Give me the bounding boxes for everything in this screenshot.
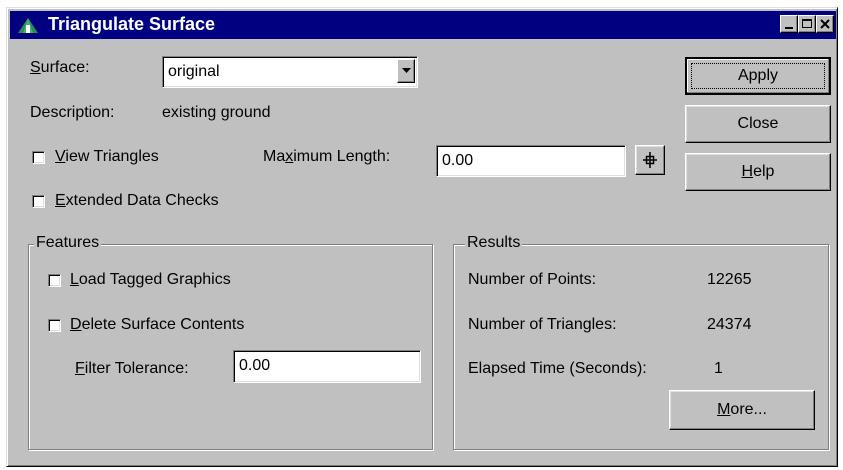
dropdown-arrow-button[interactable] (397, 59, 415, 83)
crosshair-icon (643, 152, 657, 168)
more-button-label: More... (717, 401, 767, 418)
maximum-length-input[interactable]: 0.00 (436, 145, 626, 177)
title-bar[interactable]: Triangulate Surface (10, 11, 836, 39)
view-triangles-label[interactable]: View Triangles (55, 148, 159, 166)
focus-ring (691, 63, 825, 89)
apply-button[interactable]: Apply (685, 57, 831, 95)
minimize-button[interactable] (780, 15, 798, 33)
close-window-button[interactable] (816, 15, 834, 33)
locate-button[interactable] (635, 145, 665, 175)
extended-data-checks-checkbox[interactable] (32, 195, 45, 208)
surface-label: Surface: (30, 59, 90, 76)
filter-tolerance-value: 0.00 (239, 357, 271, 374)
extended-data-checks-label[interactable]: Extended Data Checks (55, 192, 219, 210)
triangulate-app-icon (16, 15, 40, 35)
filter-tolerance-label: Filter Tolerance: (75, 360, 189, 377)
number-of-points-label: Number of Points: (468, 271, 597, 288)
load-tagged-graphics-label[interactable]: Load Tagged Graphics (70, 271, 231, 289)
maximum-length-label: Maximum Length: (263, 148, 391, 165)
maximize-button[interactable] (798, 15, 816, 33)
maximize-icon (802, 19, 812, 28)
results-group-title: Results (465, 234, 523, 252)
delete-surface-contents-checkbox[interactable] (48, 319, 61, 332)
surface-selected-value: original (168, 63, 220, 80)
more-button[interactable]: More... (669, 390, 815, 430)
description-label: Description: (30, 104, 115, 121)
elapsed-time-label: Elapsed Time (Seconds): (468, 360, 647, 377)
close-button[interactable]: Close (685, 105, 831, 143)
maximum-length-value: 0.00 (442, 152, 474, 169)
minimize-icon (785, 27, 793, 29)
filter-tolerance-input[interactable]: 0.00 (233, 350, 421, 383)
window-title: Triangulate Surface (48, 14, 216, 34)
number-of-triangles-value: 24374 (707, 316, 752, 333)
delete-surface-contents-label[interactable]: Delete Surface Contents (70, 316, 244, 334)
triangulate-surface-dialog: Triangulate Surface Surface: original De… (6, 7, 838, 467)
help-button[interactable]: Help (685, 153, 831, 191)
close-icon (820, 19, 830, 29)
help-button-label: Help (741, 163, 775, 180)
elapsed-time-value: 1 (714, 360, 723, 377)
close-button-label: Close (737, 115, 779, 132)
features-group-title: Features (34, 234, 102, 252)
number-of-points-value: 12265 (707, 271, 752, 288)
chevron-down-icon (402, 68, 411, 73)
surface-dropdown[interactable]: original (162, 56, 418, 88)
view-triangles-checkbox[interactable] (32, 151, 45, 164)
number-of-triangles-label: Number of Triangles: (468, 316, 617, 333)
description-value: existing ground (162, 104, 271, 121)
load-tagged-graphics-checkbox[interactable] (48, 274, 61, 287)
